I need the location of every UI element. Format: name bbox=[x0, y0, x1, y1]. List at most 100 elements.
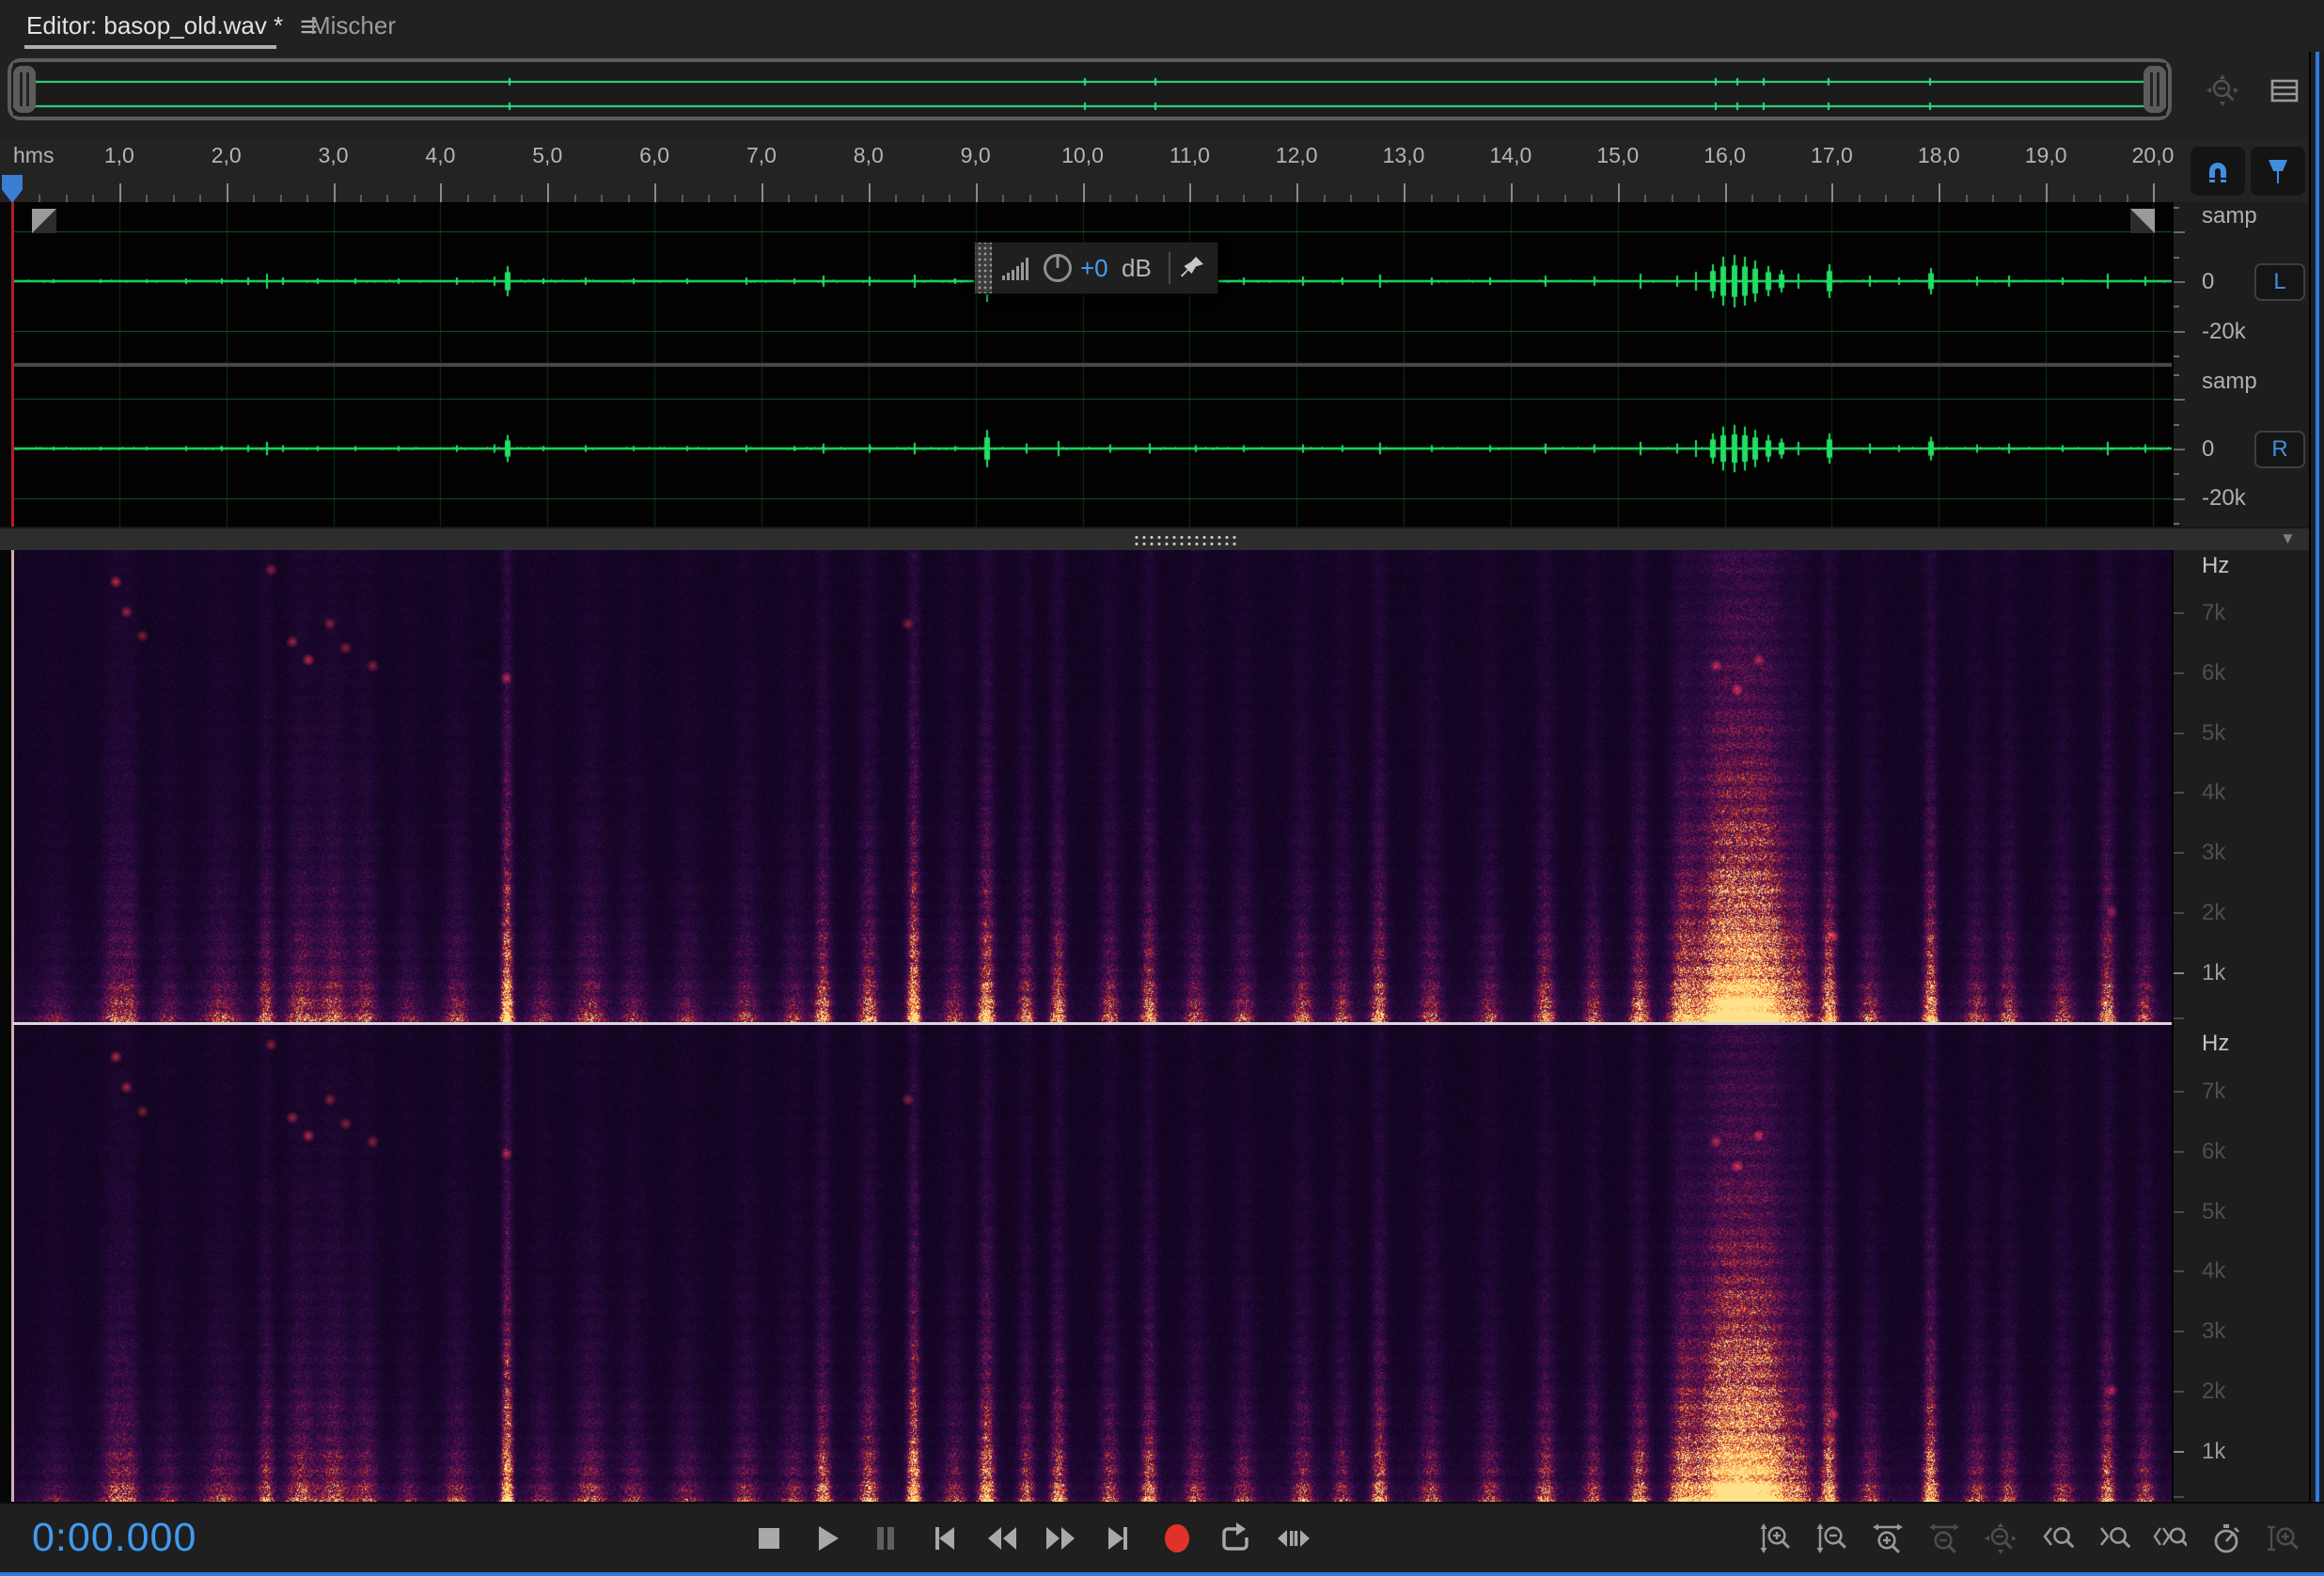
magnet-button[interactable] bbox=[2191, 147, 2245, 196]
freq-scale-tick bbox=[2174, 1211, 2184, 1213]
ruler-tick bbox=[601, 195, 603, 202]
zoom-reset-icon bbox=[1984, 1521, 2018, 1555]
overview-left-handle[interactable] bbox=[13, 66, 36, 113]
ruler-tick bbox=[1912, 195, 1914, 202]
ruler-tick bbox=[1350, 195, 1352, 202]
freq-scale-tick bbox=[2174, 852, 2184, 854]
overview-range-bar[interactable] bbox=[8, 58, 2172, 120]
zoom-in-vertical-button[interactable] bbox=[1752, 1516, 1798, 1561]
freq-scale-tick bbox=[2174, 733, 2184, 734]
overview-right-handle[interactable] bbox=[2143, 66, 2166, 113]
ruler-tick bbox=[1618, 183, 1620, 202]
pin-icon[interactable] bbox=[1178, 254, 1206, 282]
hud-drag-handle-icon[interactable] bbox=[975, 243, 992, 293]
tab-mischer[interactable]: Mischer bbox=[310, 0, 396, 52]
ruler-number: 17,0 bbox=[1811, 143, 1853, 168]
ruler-tick bbox=[1457, 195, 1459, 202]
playhead-marker[interactable] bbox=[2, 175, 23, 203]
skip-forward-button[interactable] bbox=[1095, 1515, 1142, 1562]
freq-tick-label: 3k bbox=[2202, 1318, 2225, 1345]
zoom-out-vertical-button[interactable] bbox=[1809, 1516, 1854, 1561]
zoom-out-horizontal-button[interactable] bbox=[1922, 1516, 1967, 1561]
timeline-ruler[interactable]: hms 1,02,03,04,05,06,07,08,09,010,011,01… bbox=[0, 139, 2324, 202]
ruler-number: 2,0 bbox=[212, 143, 242, 168]
ruler-tick bbox=[1885, 195, 1887, 202]
hud-gain-value[interactable]: +0 bbox=[1080, 254, 1108, 283]
amp-zero-label: 0 bbox=[2202, 436, 2214, 463]
amp-scale-tick bbox=[2174, 424, 2179, 426]
freq-tick-label: 5k bbox=[2202, 720, 2225, 747]
ruler-tick bbox=[467, 195, 469, 202]
volume-hud[interactable]: +0 dB bbox=[974, 242, 1218, 294]
ruler-tick bbox=[1805, 195, 1807, 202]
knob-icon[interactable] bbox=[1041, 251, 1075, 285]
freq-tick-label: 1k bbox=[2202, 1439, 2225, 1465]
amp-neg-label: -20k bbox=[2202, 485, 2246, 512]
loop-playback-button[interactable] bbox=[1212, 1515, 1259, 1562]
audition-editor-window: Editor: basop_old.wav * ≡ Mischer hms 1,… bbox=[0, 0, 2324, 1576]
tab-editor[interactable]: Editor: basop_old.wav * ≡ bbox=[26, 0, 318, 52]
rewind-button[interactable] bbox=[979, 1515, 1026, 1562]
ruler-number: 18,0 bbox=[1918, 143, 1960, 168]
marker-icon bbox=[2262, 155, 2294, 187]
ruler-tick bbox=[39, 195, 40, 202]
freq-scale-tick bbox=[2174, 792, 2184, 794]
layout-list-icon[interactable] bbox=[2268, 73, 2301, 107]
ruler-number: 13,0 bbox=[1383, 143, 1425, 168]
channel-right-button[interactable]: R bbox=[2254, 431, 2305, 468]
amp-scale-tick bbox=[2174, 498, 2185, 500]
zoom-selection-button[interactable] bbox=[2147, 1516, 2192, 1561]
fade-out-handle[interactable] bbox=[2130, 209, 2155, 233]
ruler-number: 15,0 bbox=[1596, 143, 1639, 168]
fast-forward-button[interactable] bbox=[1037, 1515, 1084, 1562]
timer-button[interactable] bbox=[2204, 1516, 2249, 1561]
spectrogram-display-left[interactable] bbox=[13, 550, 2172, 1022]
amp-scale-tick bbox=[2174, 399, 2185, 401]
zoom-vertical-full-button[interactable] bbox=[2260, 1516, 2305, 1561]
zoom-in-horizontal-button[interactable] bbox=[1865, 1516, 1910, 1561]
loop-playback-icon bbox=[1215, 1518, 1256, 1559]
splitter-collapse-icon[interactable]: ▼ bbox=[2280, 529, 2296, 548]
pause-button[interactable] bbox=[862, 1515, 909, 1562]
ruler-tick bbox=[440, 183, 442, 202]
zoom-out-point-button[interactable] bbox=[2091, 1516, 2136, 1561]
ruler-tick bbox=[2046, 183, 2048, 202]
zoom-in-point-button[interactable] bbox=[2034, 1516, 2080, 1561]
zoom-reset-button[interactable] bbox=[1978, 1516, 2023, 1561]
ruler-tick bbox=[1296, 183, 1298, 202]
vertical-scrollbar[interactable] bbox=[2316, 52, 2319, 1572]
freq-scale-tick bbox=[2174, 1496, 2184, 1498]
skip-forward-icon bbox=[1098, 1518, 1139, 1559]
panel-splitter[interactable]: ▼ bbox=[0, 527, 2313, 550]
fade-in-handle[interactable] bbox=[32, 209, 56, 233]
record-button[interactable] bbox=[1154, 1515, 1201, 1562]
stop-icon bbox=[748, 1518, 790, 1559]
play-icon bbox=[807, 1518, 848, 1559]
amp-scale-tick bbox=[2174, 306, 2179, 307]
skip-selection-button[interactable] bbox=[1270, 1515, 1317, 1562]
amp-scale-tick bbox=[2174, 331, 2185, 333]
channel-left-button[interactable]: L bbox=[2254, 263, 2305, 301]
ruler-number: 12,0 bbox=[1276, 143, 1318, 168]
freq-tick-label: 5k bbox=[2202, 1199, 2225, 1225]
freq-unit-label: Hz bbox=[2202, 1031, 2229, 1057]
zoom-in-vertical-icon bbox=[1758, 1521, 1792, 1555]
zoom-out-point-icon bbox=[2096, 1521, 2130, 1555]
timer-icon bbox=[2209, 1521, 2243, 1555]
ruler-tick bbox=[654, 183, 656, 202]
zoom-reset-icon bbox=[2206, 73, 2239, 107]
skip-back-button[interactable] bbox=[920, 1515, 967, 1562]
ruler-tick bbox=[1591, 195, 1593, 202]
freq-tick-label: 3k bbox=[2202, 840, 2225, 866]
stop-button[interactable] bbox=[746, 1515, 793, 1562]
spectrogram-display-right[interactable] bbox=[13, 1025, 2172, 1502]
hud-separator bbox=[1169, 252, 1170, 284]
record-icon bbox=[1156, 1518, 1198, 1559]
marker-button[interactable] bbox=[2251, 147, 2305, 196]
play-button[interactable] bbox=[804, 1515, 851, 1562]
timecode-display[interactable]: 0:00.000 bbox=[32, 1515, 196, 1561]
splitter-grip-icon[interactable] bbox=[1133, 534, 1238, 546]
amp-zero-label: 0 bbox=[2202, 269, 2214, 295]
ruler-tick bbox=[306, 195, 308, 202]
ruler-number: 4,0 bbox=[425, 143, 455, 168]
